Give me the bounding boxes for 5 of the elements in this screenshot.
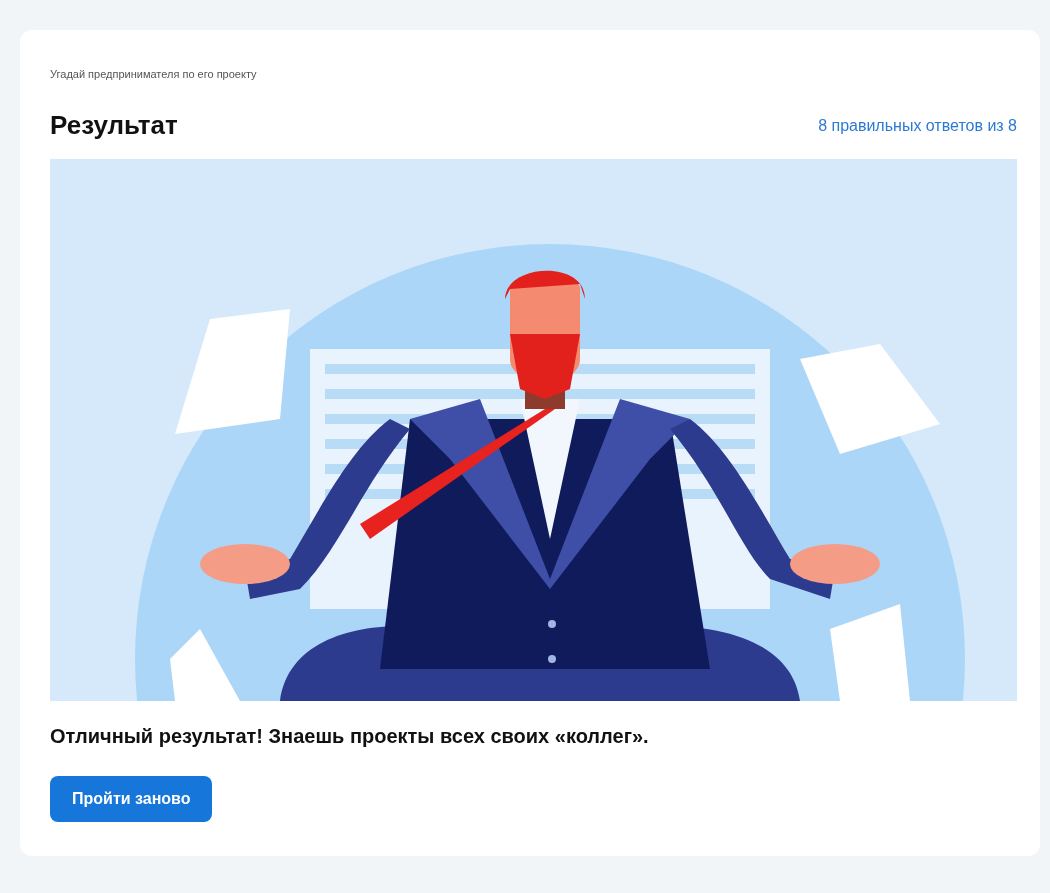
result-title: Результат [50, 110, 178, 141]
quiz-caption: Угадай предпринимателя по его проекту [50, 68, 258, 80]
score-text: 8 правильных ответов из 8 [818, 116, 1017, 135]
restart-button[interactable]: Пройти заново [50, 776, 213, 822]
result-message: Отличный результат! Знаешь проекты всех своих «коллег». [50, 725, 650, 748]
